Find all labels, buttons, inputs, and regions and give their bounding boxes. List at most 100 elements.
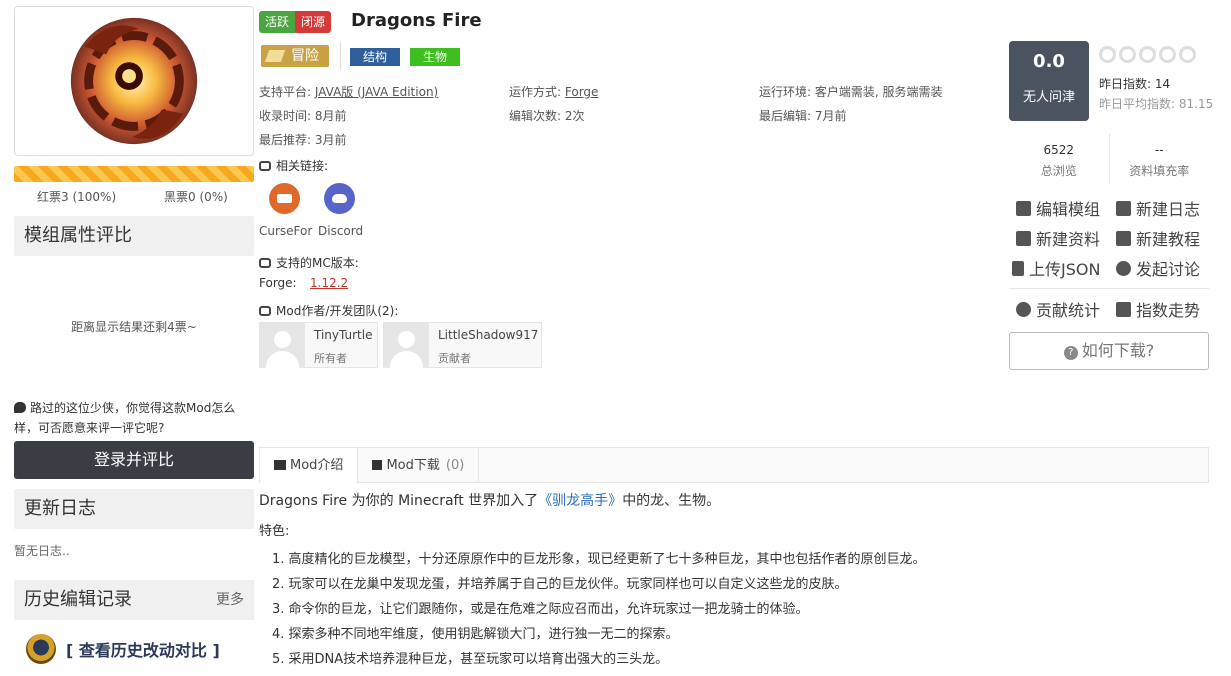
info-last-edit: 最后编辑: 7月前 <box>759 109 847 123</box>
black-vote-count[interactable]: 黑票0 (0%) <box>164 188 228 205</box>
login-and-rate-button[interactable]: 登录并评比 <box>14 441 254 479</box>
discord-link-label[interactable]: Discord <box>318 224 363 238</box>
main-category-label: 冒险 <box>291 48 319 64</box>
history-badge-icon <box>26 634 56 664</box>
changelog-title: 更新日志 <box>24 498 96 519</box>
main-category-badge[interactable]: 冒险 <box>261 45 329 67</box>
comments-icon <box>1116 260 1131 276</box>
category-chip-structure[interactable]: 结构 <box>350 48 400 66</box>
attr-rating-title: 模组属性评比 <box>24 225 132 246</box>
stats-panel: 6522 总浏览 -- 资料填充率 <box>1009 134 1209 184</box>
score-box: 0.0 无人问津 <box>1009 41 1089 121</box>
info-platform: 支持平台: JAVA版 (JAVA Edition) <box>259 85 439 99</box>
adventure-icon <box>264 50 286 62</box>
ring-icon <box>1159 46 1176 63</box>
runtime-link[interactable]: Forge <box>565 85 599 99</box>
edit-icon <box>1016 200 1031 216</box>
info-last-recommend: 最后推荐: 3月前 <box>259 133 347 147</box>
mc-versions-heading: 支持的MC版本: <box>259 254 359 271</box>
dragon-logo-icon <box>15 7 253 155</box>
start-discussion-button[interactable]: 发起讨论 <box>1116 256 1200 280</box>
upload-json-button[interactable]: 上传JSON <box>1012 256 1100 280</box>
list-item: 4. 探索多种不同地牢维度，使用钥匙解锁大门，进行独一无二的探索。 <box>272 627 679 642</box>
rate-invite-text: 路过的这位少侠，你觉得这款Mod怎么样，可否愿意来评一评它呢? <box>14 401 236 435</box>
author-role: 贡献者 <box>438 352 471 365</box>
tab-mod-intro[interactable]: Mod介绍 <box>260 448 359 484</box>
fill-rate-stat: -- 资料填充率 <box>1108 134 1210 184</box>
rating-rings <box>1099 46 1196 63</box>
info-collected-time: 收录时间: 8月前 <box>259 109 347 123</box>
avatar <box>260 323 305 368</box>
edit-mod-button[interactable]: 编辑模组 <box>1016 196 1100 220</box>
authors-heading: Mod作者/开发团队(2): <box>259 302 398 319</box>
download-icon <box>372 460 383 470</box>
tutorial-icon <box>1116 230 1131 246</box>
curseforge-icon[interactable] <box>269 183 300 214</box>
views-stat: 6522 总浏览 <box>1040 143 1077 178</box>
vote-progress-bar <box>14 166 254 182</box>
author-card[interactable]: LittleShadow917 贡献者 <box>383 322 542 368</box>
avatar <box>384 323 429 368</box>
list-item: 1. 高度精化的巨龙模型，十分还原原作中的巨龙形象，现已经更新了七十多种巨龙，其… <box>272 552 926 567</box>
history-title: 历史编辑记录 <box>24 589 132 610</box>
yesterday-avg-index: 昨日平均指数: 81.15 <box>1099 97 1214 111</box>
votes-remaining-note: 距离显示结果还剩4票~ <box>71 320 197 334</box>
score-value: 0.0 <box>1033 51 1065 72</box>
list-item: 5. 采用DNA技术培养混种巨龙，甚至玩家可以培育出强大的三头龙。 <box>272 652 669 667</box>
info-edit-count: 编辑次数: 2次 <box>509 109 585 123</box>
index-trend-button[interactable]: 指数走势 <box>1116 297 1200 321</box>
comment-icon <box>14 402 26 413</box>
file-icon <box>1012 260 1024 276</box>
related-links-heading: 相关链接: <box>259 157 328 174</box>
history-heading: 历史编辑记录 更多 <box>14 580 254 620</box>
pie-chart-icon <box>1016 301 1031 317</box>
attr-rating-heading: 模组属性评比 <box>14 216 254 256</box>
yesterday-index: 昨日指数: 14 <box>1099 77 1171 91</box>
author-card[interactable]: TinyTurtle 所有者 <box>259 322 378 368</box>
curseforge-link-label[interactable]: CurseFor <box>259 224 312 238</box>
new-tutorial-button[interactable]: 新建教程 <box>1116 226 1200 250</box>
discord-icon[interactable] <box>324 183 355 214</box>
category-chip-creature[interactable]: 生物 <box>410 48 460 66</box>
ring-icon <box>1139 46 1156 63</box>
ring-icon <box>1099 46 1116 63</box>
branch-icon <box>259 258 271 268</box>
changelog-empty-text: 暂无日志.. <box>14 544 70 558</box>
tab-mod-download[interactable]: Mod下载 (0) <box>358 448 480 483</box>
red-vote-count[interactable]: 红票3 (100%) <box>37 188 116 205</box>
history-compare-link[interactable]: [ 查看历史改动对比 ] <box>26 634 220 664</box>
ring-icon <box>1119 46 1136 63</box>
status-tag-closed-source: 闭源 <box>295 11 332 33</box>
forge-versions-label: Forge: <box>259 276 297 290</box>
author-name[interactable]: LittleShadow917 <box>438 328 538 342</box>
score-label: 无人问津 <box>1022 90 1075 105</box>
actions-divider <box>1009 288 1209 289</box>
new-info-button[interactable]: 新建资料 <box>1016 226 1100 250</box>
status-tag-active: 活跃 <box>259 11 296 33</box>
line-chart-icon <box>1116 301 1131 317</box>
version-link-1-12-2[interactable]: 1.12.2 <box>310 276 348 290</box>
list-item: 3. 命令你的巨龙，让它们跟随你，或是在危难之际应召而出，允许玩家过一把龙骑士的… <box>272 602 809 617</box>
ring-icon <box>1179 46 1196 63</box>
mod-title: Dragons Fire <box>351 10 482 31</box>
mod-intro-paragraph: Dragons Fire 为你的 Minecraft 世界加入了《驯龙高手》中的… <box>259 493 721 509</box>
author-name[interactable]: TinyTurtle <box>314 328 372 342</box>
new-log-button[interactable]: 新建日志 <box>1116 196 1200 220</box>
history-more-link[interactable]: 更多 <box>216 580 244 620</box>
category-divider <box>340 42 341 70</box>
history-compare-text[interactable]: [ 查看历史改动对比 ] <box>66 637 220 661</box>
changelog-heading: 更新日志 <box>14 489 254 529</box>
httyd-link[interactable]: 《驯龙高手》 <box>538 493 622 509</box>
intro-icon <box>274 460 286 470</box>
info-runtime: 运作方式: Forge <box>509 85 599 99</box>
status-tags: 活跃 闭源 <box>259 11 332 33</box>
list-item: 2. 玩家可以在龙巢中发现龙蛋，并培养属于自己的巨龙伙伴。玩家同样也可以自定义这… <box>272 577 848 592</box>
mod-cover-image[interactable] <box>14 6 254 156</box>
features-label: 特色: <box>259 524 290 539</box>
new-log-icon <box>1116 200 1131 216</box>
info-environment: 运行环境: 客户端需装, 服务端需装 <box>759 85 943 99</box>
question-icon: ? <box>1063 346 1078 360</box>
how-to-download-button[interactable]: ? 如何下载? <box>1009 332 1209 370</box>
platform-link[interactable]: JAVA版 (JAVA Edition) <box>315 85 438 99</box>
contribution-stats-button[interactable]: 贡献统计 <box>1016 297 1100 321</box>
